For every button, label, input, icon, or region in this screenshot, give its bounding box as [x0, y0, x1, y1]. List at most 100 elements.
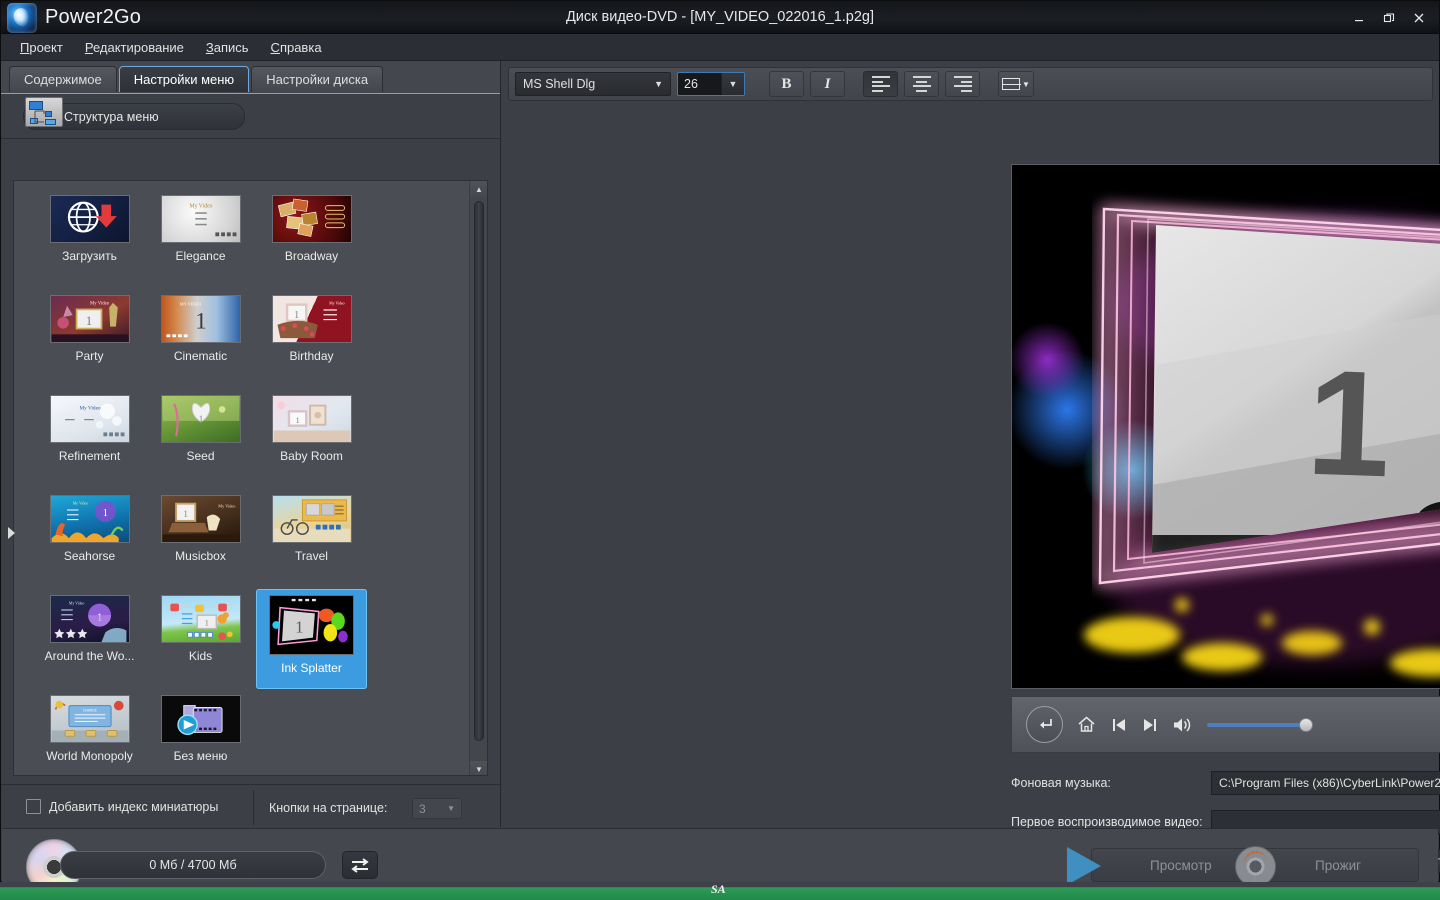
template-label: Kids [145, 649, 256, 663]
svg-text:My Video: My Video [218, 504, 235, 509]
tab-content[interactable]: Содержимое [9, 66, 117, 92]
menu-structure-row: Структура меню [1, 94, 500, 139]
template-item[interactable]: My VideoRefinement [34, 389, 145, 489]
template-label: Без меню [145, 749, 256, 763]
volume-icon[interactable] [1172, 716, 1194, 734]
restore-icon[interactable] [1375, 7, 1403, 29]
template-label: Party [34, 349, 145, 363]
menu-item-edit[interactable]: Редактирование [76, 36, 193, 59]
buttons-per-page-select[interactable]: 3 ▼ [412, 798, 462, 819]
title-bar: Power2Go Диск видео-DVD - [MY_VIDEO_0220… [1, 1, 1439, 34]
template-item[interactable]: Travel [256, 489, 367, 589]
svg-text:1: 1 [1304, 338, 1393, 509]
preview-button[interactable]: Просмотр [1091, 848, 1254, 882]
menu-item-record[interactable]: Запись [197, 36, 258, 59]
minimize-icon[interactable] [1345, 7, 1373, 29]
template-thumbnail: 1 [272, 395, 352, 443]
checkbox-box[interactable] [26, 799, 41, 814]
template-item[interactable]: Загрузить [34, 189, 145, 289]
menu-structure-label: Структура меню [64, 110, 159, 124]
collapse-panel-arrow-icon[interactable] [7, 526, 16, 540]
template-item[interactable]: 1Baby Room [256, 389, 367, 489]
svg-text:1: 1 [198, 414, 203, 425]
left-panel: Содержимое Настройки меню Настройки диск… [1, 61, 501, 827]
template-item[interactable]: My Video1Musicbox [145, 489, 256, 589]
align-center-button[interactable] [904, 71, 939, 97]
template-item[interactable]: Без меню [145, 689, 256, 776]
template-label: Seed [145, 449, 256, 463]
italic-button[interactable]: I [810, 71, 845, 97]
disc-capacity-bar: 0 Мб / 4700 Мб [60, 851, 326, 879]
disc-capacity-text: 0 Мб / 4700 Мб [149, 858, 236, 872]
template-item[interactable]: CHANCEWorld Monopoly [34, 689, 145, 776]
template-label: World Monopoly [34, 749, 145, 763]
template-grid: ЗагрузитьMy VideoEleganceBroadwayMy Vide… [14, 181, 470, 776]
scroll-up-icon[interactable]: ▲ [470, 181, 488, 197]
add-thumbnail-index-checkbox[interactable]: Добавить индекс миниатюры [26, 799, 218, 814]
template-item[interactable]: Broadway [256, 189, 367, 289]
enter-back-button[interactable] [1026, 706, 1063, 743]
chevron-down-icon[interactable]: ▼ [721, 73, 744, 95]
template-thumbnail: MY VIDEO1 [161, 295, 241, 343]
template-thumbnail: 1 [161, 395, 241, 443]
swap-units-button[interactable] [342, 851, 378, 879]
menu-item-project[interactable]: Проект [11, 36, 72, 59]
align-left-button[interactable] [863, 71, 898, 97]
template-label: Elegance [145, 249, 256, 263]
previous-button[interactable] [1110, 716, 1128, 734]
svg-text:My Video: My Video [72, 502, 87, 506]
add-thumbnail-index-label: Добавить индекс миниатюры [49, 800, 218, 814]
preview-button-label: Просмотр [1150, 858, 1212, 873]
template-item[interactable]: My Video1Birthday [256, 289, 367, 389]
scroll-down-icon[interactable]: ▼ [470, 761, 488, 776]
background-music-input[interactable]: C:\Program Files (x86)\CyberLink\Power2G… [1211, 771, 1440, 795]
svg-text:1: 1 [295, 618, 303, 637]
svg-text:1: 1 [85, 314, 91, 328]
preview-controls: Корень [1011, 696, 1440, 753]
align-center-icon [913, 74, 931, 95]
chevron-down-icon: ▼ [1022, 80, 1030, 89]
svg-text:MY VIDEO: MY VIDEO [179, 302, 200, 307]
close-icon[interactable] [1405, 7, 1433, 29]
font-size-input[interactable]: 26 [678, 73, 721, 95]
volume-slider[interactable] [1207, 723, 1307, 727]
template-item[interactable]: 1 Kids [145, 589, 256, 689]
burn-button[interactable]: Прожиг [1256, 848, 1419, 882]
menu-preview[interactable]: 1 Мои видео [1011, 164, 1440, 689]
font-family-select[interactable]: MS Shell Dlg ▼ [515, 72, 671, 96]
chevron-down-icon: ▼ [654, 79, 663, 89]
font-family-value: MS Shell Dlg [523, 77, 595, 91]
text-frame-button[interactable]: ▼ [998, 71, 1034, 97]
template-thumbnail [272, 495, 352, 543]
burn-button-label: Прожиг [1315, 858, 1361, 873]
bold-button[interactable]: B [769, 71, 804, 97]
template-item[interactable]: 1Ink Splatter [256, 589, 367, 689]
tab-menu-settings[interactable]: Настройки меню [119, 66, 249, 92]
home-button[interactable] [1076, 714, 1097, 735]
font-size-combo[interactable]: 26 ▼ [677, 72, 745, 96]
template-thumbnail: 1 [269, 595, 354, 655]
template-item[interactable]: MY VIDEO1Cinematic [145, 289, 256, 389]
svg-text:My Video: My Video [189, 204, 212, 210]
status-bar: 0 Мб / 4700 Мб Просмотр Прожиг [2, 828, 1438, 882]
template-item[interactable]: My Video1Party [34, 289, 145, 389]
template-item[interactable]: My Video1Around the Wo... [34, 589, 145, 689]
svg-text:1: 1 [294, 310, 299, 321]
template-item[interactable]: My Video Elegance [145, 189, 256, 289]
scrollbar-thumb[interactable] [474, 201, 484, 741]
background-music-label: Фоновая музыка: [1011, 776, 1211, 790]
window-title: Диск видео-DVD - [MY_VIDEO_022016_1.p2g] [1, 9, 1439, 25]
align-right-button[interactable] [945, 71, 980, 97]
template-item[interactable]: 1 Seed [145, 389, 256, 489]
template-scrollbar[interactable]: ▲ ▼ [469, 181, 487, 776]
neon-frame: 1 [1092, 185, 1440, 615]
template-label: Musicbox [145, 549, 256, 563]
volume-slider-knob[interactable] [1299, 718, 1313, 732]
text-frame-icon [1002, 78, 1020, 90]
svg-text:1: 1 [204, 618, 208, 628]
menu-item-help[interactable]: Справка [262, 36, 331, 59]
next-button[interactable] [1141, 716, 1159, 734]
options-divider [253, 790, 254, 825]
template-item[interactable]: My Video1Seahorse [34, 489, 145, 589]
tab-disc-settings[interactable]: Настройки диска [251, 66, 383, 92]
